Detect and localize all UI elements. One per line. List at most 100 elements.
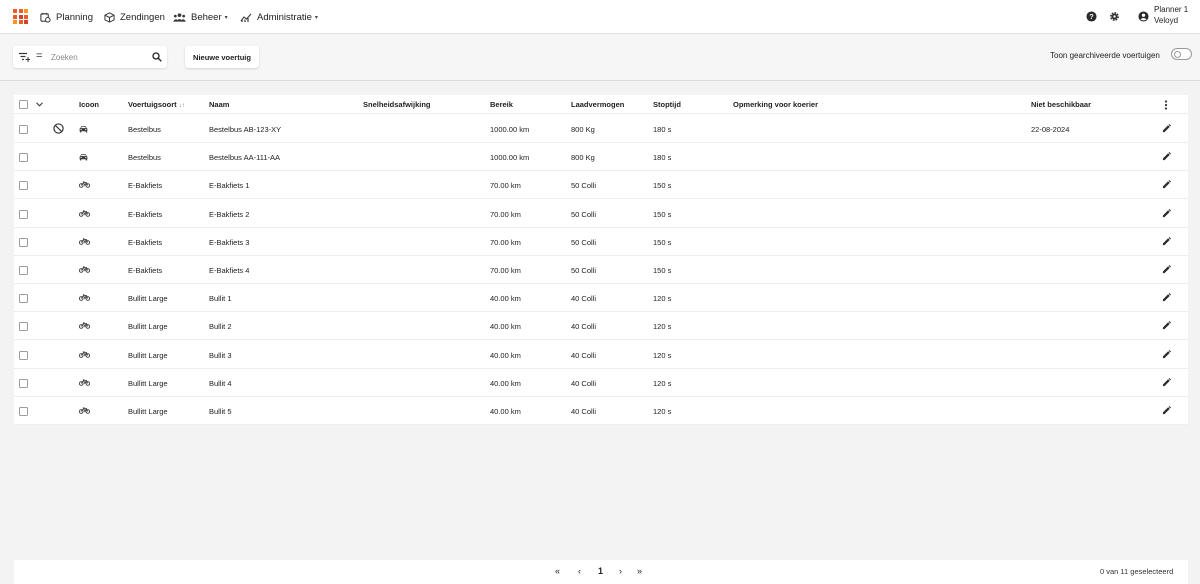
nav-planning[interactable]: Planning bbox=[40, 0, 93, 34]
cell-capacity: 50 Colli bbox=[571, 237, 597, 247]
cell-capacity: 50 Colli bbox=[571, 266, 597, 275]
table-row[interactable]: Bestelbus Bestelbus AA-111-AA 1000.00 km 80… bbox=[14, 143, 1188, 172]
column-header-icon[interactable]: Icoon bbox=[79, 100, 99, 109]
column-header-unavailable[interactable]: Niet beschikbaar bbox=[1031, 100, 1091, 109]
row-checkbox[interactable] bbox=[19, 181, 28, 191]
cell-vehicle-type: Bullitt Large bbox=[128, 407, 168, 416]
column-header-range[interactable]: Bereik bbox=[490, 100, 513, 109]
toggle-knob bbox=[1174, 50, 1181, 58]
current-page[interactable]: 1 bbox=[598, 566, 603, 576]
cell-vehicle-type: Bullitt Large bbox=[128, 350, 168, 360]
equals-operator-icon[interactable]: = bbox=[36, 50, 42, 62]
last-page-button[interactable]: » bbox=[637, 566, 642, 576]
table-row[interactable]: E-Bakfiets E-Bakfiets 3 70.00 km 50 Colli 15… bbox=[14, 228, 1188, 256]
cell-range: 70.00 km bbox=[490, 209, 521, 219]
svg-text:?: ? bbox=[1089, 12, 1094, 21]
column-header-type[interactable]: Voertuigsoort ↓↑ bbox=[128, 100, 185, 109]
cell-capacity: 800 Kg bbox=[571, 153, 595, 163]
edit-icon[interactable] bbox=[1162, 377, 1171, 389]
cell-capacity: 40 Colli bbox=[571, 407, 597, 416]
bike-icon bbox=[78, 294, 91, 303]
edit-icon[interactable] bbox=[1162, 208, 1171, 220]
edit-icon[interactable] bbox=[1162, 406, 1171, 417]
edit-icon[interactable] bbox=[1162, 349, 1171, 361]
edit-icon[interactable] bbox=[1162, 321, 1171, 332]
archive-toggle[interactable] bbox=[1171, 48, 1192, 60]
column-header-capacity[interactable]: Laadvermogen bbox=[571, 100, 624, 109]
edit-icon[interactable] bbox=[1162, 236, 1171, 248]
row-checkbox[interactable] bbox=[19, 350, 28, 360]
bike-icon bbox=[78, 209, 91, 219]
column-header-speed[interactable]: Snelheidsafwijking bbox=[363, 100, 431, 109]
gear-icon[interactable] bbox=[1109, 11, 1120, 22]
bike-icon bbox=[78, 379, 91, 388]
cell-range: 40.00 km bbox=[490, 322, 521, 332]
app-logo[interactable] bbox=[13, 9, 28, 24]
next-page-button[interactable]: › bbox=[619, 566, 622, 576]
table-row[interactable]: E-Bakfiets E-Bakfiets 4 70.00 km 50 Colli 15… bbox=[14, 256, 1188, 284]
edit-icon[interactable] bbox=[1162, 293, 1171, 304]
bike-icon bbox=[78, 407, 91, 416]
cell-stoptime: 150 s bbox=[653, 266, 672, 275]
edit-icon[interactable] bbox=[1162, 152, 1171, 163]
column-header-name[interactable]: Naam bbox=[209, 100, 229, 109]
search-icon[interactable] bbox=[152, 52, 162, 62]
table-row[interactable]: Bullitt Large Bullit 3 40.00 km 40 Colli 120… bbox=[14, 341, 1188, 369]
filter-add-icon[interactable] bbox=[19, 52, 30, 62]
cell-capacity: 40 Colli bbox=[571, 322, 597, 332]
cell-capacity: 800 Kg bbox=[571, 125, 595, 134]
top-navigation-bar: Planning Zendingen Beheer ▾ Administrati… bbox=[0, 0, 1200, 34]
column-header-remark[interactable]: Opmerking voor koerier bbox=[733, 100, 818, 109]
row-checkbox[interactable] bbox=[19, 294, 28, 304]
previous-page-button[interactable]: ‹ bbox=[578, 566, 581, 576]
chevron-down-icon[interactable] bbox=[36, 102, 43, 107]
row-checkbox[interactable] bbox=[19, 125, 28, 134]
table-row[interactable]: E-Bakfiets E-Bakfiets 2 70.00 km 50 Colli 15… bbox=[14, 200, 1188, 228]
cell-vehicle-type: E-Bakfiets bbox=[128, 237, 163, 247]
table-row[interactable]: Bullitt Large Bullit 5 40.00 km 40 Colli 120… bbox=[14, 397, 1188, 425]
new-vehicle-button[interactable]: Nieuwe voertuig bbox=[185, 46, 259, 68]
edit-icon[interactable] bbox=[1162, 265, 1171, 276]
cell-vehicle-type: Bullitt Large bbox=[128, 378, 168, 388]
nav-beheer[interactable]: Beheer ▾ bbox=[173, 0, 228, 34]
search-input[interactable] bbox=[51, 50, 141, 64]
table-row[interactable]: E-Bakfiets E-Bakfiets 1 70.00 km 50 Colli 15… bbox=[14, 171, 1188, 200]
cell-vehicle-name: E-Bakfiets 1 bbox=[209, 181, 250, 191]
table-row[interactable]: Bestelbus Bestelbus AB-123-XY 1000.00 km 80… bbox=[14, 115, 1188, 143]
analytics-icon bbox=[240, 13, 252, 22]
row-checkbox[interactable] bbox=[19, 378, 28, 388]
row-checkbox[interactable] bbox=[19, 322, 28, 332]
more-vert-icon[interactable] bbox=[1164, 100, 1168, 110]
first-page-button[interactable]: « bbox=[555, 566, 560, 576]
nav-zendingen[interactable]: Zendingen bbox=[104, 0, 165, 34]
cell-range: 40.00 km bbox=[490, 350, 521, 360]
nav-administratie[interactable]: Administratie ▾ bbox=[240, 0, 318, 34]
edit-icon[interactable] bbox=[1162, 180, 1171, 191]
sort-icon[interactable]: ↓↑ bbox=[179, 103, 185, 109]
table-row[interactable]: Bullitt Large Bullit 2 40.00 km 40 Colli 120… bbox=[14, 312, 1188, 341]
row-checkbox[interactable] bbox=[19, 153, 28, 163]
cell-vehicle-name: Bullit 4 bbox=[209, 378, 232, 388]
cell-stoptime: 120 s bbox=[653, 407, 672, 416]
cell-vehicle-type: Bestelbus bbox=[128, 153, 161, 163]
row-checkbox[interactable] bbox=[19, 266, 28, 275]
row-checkbox[interactable] bbox=[19, 407, 28, 416]
cell-vehicle-name: Bullit 3 bbox=[209, 350, 232, 360]
table-row[interactable]: Bullitt Large Bullit 4 40.00 km 40 Colli 120… bbox=[14, 369, 1188, 397]
user-info[interactable]: Planner 1 Veloyd bbox=[1154, 4, 1188, 26]
row-checkbox[interactable] bbox=[19, 237, 28, 247]
edit-icon[interactable] bbox=[1162, 124, 1171, 135]
cell-range: 1000.00 km bbox=[490, 125, 530, 134]
cell-stoptime: 120 s bbox=[653, 350, 672, 360]
cell-vehicle-type: Bullitt Large bbox=[128, 294, 168, 304]
row-checkbox[interactable] bbox=[19, 209, 28, 219]
account-icon[interactable] bbox=[1138, 11, 1149, 22]
select-all-checkbox[interactable] bbox=[19, 100, 28, 109]
table-row[interactable]: Bullitt Large Bullit 1 40.00 km 40 Colli 120… bbox=[14, 284, 1188, 313]
archive-toggle-label: Toon gearchiveerde voertuigen bbox=[1050, 51, 1160, 60]
help-icon[interactable]: ? bbox=[1086, 11, 1097, 22]
column-header-stoptime[interactable]: Stoptijd bbox=[653, 100, 681, 109]
cell-vehicle-name: E-Bakfiets 3 bbox=[209, 237, 250, 247]
cell-capacity: 40 Colli bbox=[571, 294, 597, 304]
cell-stoptime: 150 s bbox=[653, 209, 672, 219]
